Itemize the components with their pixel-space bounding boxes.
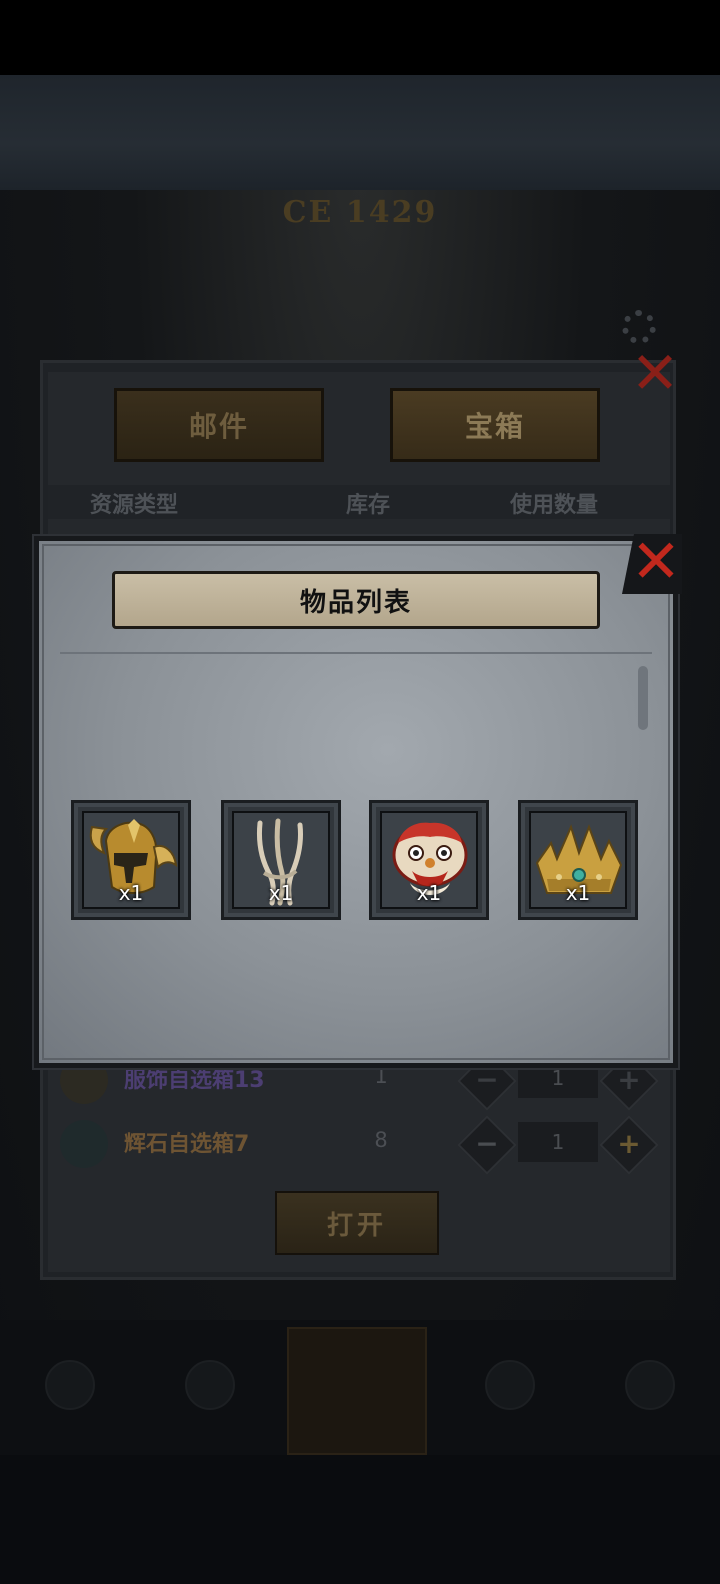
item-count: x1 (268, 881, 294, 905)
status-bar (0, 0, 720, 75)
open-button[interactable]: 打开 (275, 1191, 439, 1255)
nav-item-2 (160, 1360, 260, 1450)
item-slot[interactable]: x1 (369, 800, 489, 920)
item-slot[interactable]: x1 (221, 800, 341, 920)
column-use-qty: 使用数量 (510, 493, 599, 518)
item-stock: 8 (374, 1128, 388, 1152)
divider (60, 652, 652, 654)
quantity-field[interactable]: 1 (518, 1122, 598, 1162)
close-icon: ✕ (630, 527, 682, 597)
item-count: x1 (416, 881, 442, 905)
column-resource-type: 资源类型 (90, 493, 179, 518)
nav-item-4 (460, 1360, 560, 1450)
nav-item-5 (600, 1360, 700, 1450)
tab-chest[interactable]: 宝箱 (390, 388, 600, 462)
background-ce-label: CE 1429 (282, 195, 438, 230)
decrease-button[interactable]: − (457, 1115, 517, 1175)
serpent-gem-icon (60, 1120, 108, 1168)
item-slot[interactable]: x1 (71, 800, 191, 920)
nav-item-1 (20, 1360, 120, 1450)
column-stock: 库存 (346, 493, 391, 518)
increase-button[interactable]: + (599, 1115, 659, 1175)
item-slot[interactable]: x1 (518, 800, 638, 920)
item-name: 辉石自选箱7 (124, 1132, 250, 1157)
list-item: 辉石自选箱7 8 − 1 + (48, 1112, 670, 1176)
panel-close-icon[interactable]: ✕ (628, 344, 682, 402)
modal-title: 物品列表 (112, 571, 600, 629)
column-header: 资源类型 库存 使用数量 (48, 485, 670, 519)
item-count: x1 (118, 881, 144, 905)
navigation-bar (0, 1455, 720, 1584)
item-count: x1 (565, 881, 591, 905)
background-banner (0, 75, 720, 190)
nav-item-center (287, 1327, 427, 1455)
tab-mail[interactable]: 邮件 (114, 388, 324, 462)
scrollbar[interactable] (638, 666, 648, 730)
